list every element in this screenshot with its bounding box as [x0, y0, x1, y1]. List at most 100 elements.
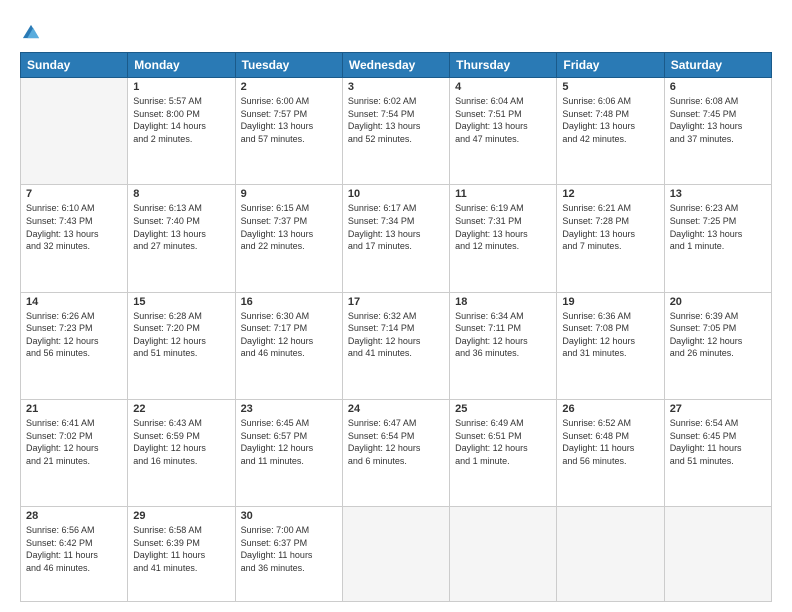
- calendar-cell: 29 Sunrise: 6:58 AMSunset: 6:39 PMDayligh…: [128, 507, 235, 602]
- day-number: 9: [241, 188, 337, 200]
- day-number: 23: [241, 403, 337, 415]
- day-number: 3: [348, 81, 444, 93]
- day-number: 29: [133, 510, 229, 522]
- day-info: Sunrise: 6:13 AMSunset: 7:40 PMDaylight:…: [133, 202, 229, 252]
- calendar-cell: 15Sunrise: 6:28 AMSunset: 7:20 PMDayligh…: [128, 292, 235, 399]
- day-number: 11: [455, 188, 551, 200]
- calendar-cell: 16 Sunrise: 6:30 AMSunset: 7:17 PMDayligh…: [235, 292, 342, 399]
- day-number: 18: [455, 296, 551, 308]
- weekday-header-wednesday: Wednesday: [342, 53, 449, 78]
- calendar-week-2: 7 Sunrise: 6:10 AMSunset: 7:43 PMDaylight…: [21, 185, 772, 292]
- day-number: 12: [562, 188, 658, 200]
- day-info: Sunrise: 6:58 AMSunset: 6:39 PMDaylight:…: [133, 524, 229, 574]
- day-number: 20: [670, 296, 766, 308]
- calendar-cell: 19 Sunrise: 6:36 AMSunset: 7:08 PMDayligh…: [557, 292, 664, 399]
- day-number: 15: [133, 296, 229, 308]
- day-info: Sunrise: 6:30 AMSunset: 7:17 PMDaylight:…: [241, 310, 337, 360]
- weekday-header-tuesday: Tuesday: [235, 53, 342, 78]
- day-info: Sunrise: 6:00 AMSunset: 7:57 PMDaylight:…: [241, 95, 337, 145]
- weekday-header-saturday: Saturday: [664, 53, 771, 78]
- calendar-cell: 26 Sunrise: 6:52 AMSunset: 6:48 PMDayligh…: [557, 399, 664, 506]
- calendar-week-3: 14 Sunrise: 6:26 AMSunset: 7:23 PMDayligh…: [21, 292, 772, 399]
- day-info: Sunrise: 6:47 AMSunset: 6:54 PMDaylight:…: [348, 417, 444, 467]
- day-info: Sunrise: 6:56 AMSunset: 6:42 PMDaylight:…: [26, 524, 122, 574]
- calendar-cell: 7 Sunrise: 6:10 AMSunset: 7:43 PMDaylight…: [21, 185, 128, 292]
- calendar-cell: 21 Sunrise: 6:41 AMSunset: 7:02 PMDayligh…: [21, 399, 128, 506]
- weekday-header-monday: Monday: [128, 53, 235, 78]
- page: SundayMondayTuesdayWednesdayThursdayFrid…: [0, 0, 792, 612]
- weekday-header-friday: Friday: [557, 53, 664, 78]
- calendar-cell: 25 Sunrise: 6:49 AMSunset: 6:51 PMDayligh…: [450, 399, 557, 506]
- calendar-cell: 24Sunrise: 6:47 AMSunset: 6:54 PMDayligh…: [342, 399, 449, 506]
- calendar-cell: 5Sunrise: 6:06 AMSunset: 7:48 PMDaylight…: [557, 78, 664, 185]
- day-number: 30: [241, 510, 337, 522]
- calendar-week-4: 21 Sunrise: 6:41 AMSunset: 7:02 PMDayligh…: [21, 399, 772, 506]
- day-info: Sunrise: 6:08 AMSunset: 7:45 PMDaylight:…: [670, 95, 766, 145]
- day-info: Sunrise: 6:23 AMSunset: 7:25 PMDaylight:…: [670, 202, 766, 252]
- calendar-cell: [21, 78, 128, 185]
- day-number: 26: [562, 403, 658, 415]
- day-number: 16: [241, 296, 337, 308]
- calendar-cell: 1 Sunrise: 5:57 AMSunset: 8:00 PMDaylight…: [128, 78, 235, 185]
- day-info: Sunrise: 6:49 AMSunset: 6:51 PMDaylight:…: [455, 417, 551, 467]
- day-info: Sunrise: 6:41 AMSunset: 7:02 PMDaylight:…: [26, 417, 122, 467]
- day-info: Sunrise: 6:26 AMSunset: 7:23 PMDaylight:…: [26, 310, 122, 360]
- calendar-cell: 14 Sunrise: 6:26 AMSunset: 7:23 PMDayligh…: [21, 292, 128, 399]
- day-info: Sunrise: 6:52 AMSunset: 6:48 PMDaylight:…: [562, 417, 658, 467]
- day-info: Sunrise: 6:32 AMSunset: 7:14 PMDaylight:…: [348, 310, 444, 360]
- calendar-cell: 10 Sunrise: 6:17 AMSunset: 7:34 PMDayligh…: [342, 185, 449, 292]
- day-number: 6: [670, 81, 766, 93]
- weekday-header-thursday: Thursday: [450, 53, 557, 78]
- calendar-cell: [450, 507, 557, 602]
- header: [20, 18, 772, 44]
- calendar-cell: 18 Sunrise: 6:34 AMSunset: 7:11 PMDayligh…: [450, 292, 557, 399]
- day-info: Sunrise: 6:54 AMSunset: 6:45 PMDaylight:…: [670, 417, 766, 467]
- calendar-week-1: 1 Sunrise: 5:57 AMSunset: 8:00 PMDaylight…: [21, 78, 772, 185]
- day-number: 2: [241, 81, 337, 93]
- calendar-cell: 23 Sunrise: 6:45 AMSunset: 6:57 PMDayligh…: [235, 399, 342, 506]
- calendar-cell: 2 Sunrise: 6:00 AMSunset: 7:57 PMDaylight…: [235, 78, 342, 185]
- day-number: 21: [26, 403, 122, 415]
- day-number: 17: [348, 296, 444, 308]
- day-info: Sunrise: 6:39 AMSunset: 7:05 PMDaylight:…: [670, 310, 766, 360]
- day-number: 19: [562, 296, 658, 308]
- day-info: Sunrise: 6:10 AMSunset: 7:43 PMDaylight:…: [26, 202, 122, 252]
- day-number: 27: [670, 403, 766, 415]
- day-number: 7: [26, 188, 122, 200]
- day-info: Sunrise: 7:00 AMSunset: 6:37 PMDaylight:…: [241, 524, 337, 574]
- day-number: 8: [133, 188, 229, 200]
- calendar-cell: 17 Sunrise: 6:32 AMSunset: 7:14 PMDayligh…: [342, 292, 449, 399]
- day-info: Sunrise: 6:19 AMSunset: 7:31 PMDaylight:…: [455, 202, 551, 252]
- calendar-cell: 20 Sunrise: 6:39 AMSunset: 7:05 PMDayligh…: [664, 292, 771, 399]
- day-number: 28: [26, 510, 122, 522]
- day-info: Sunrise: 6:17 AMSunset: 7:34 PMDaylight:…: [348, 202, 444, 252]
- day-info: Sunrise: 6:04 AMSunset: 7:51 PMDaylight:…: [455, 95, 551, 145]
- day-info: Sunrise: 6:36 AMSunset: 7:08 PMDaylight:…: [562, 310, 658, 360]
- calendar-week-5: 28 Sunrise: 6:56 AMSunset: 6:42 PMDayligh…: [21, 507, 772, 602]
- day-number: 10: [348, 188, 444, 200]
- calendar-table: SundayMondayTuesdayWednesdayThursdayFrid…: [20, 52, 772, 602]
- logo-icon: [20, 22, 42, 44]
- day-number: 14: [26, 296, 122, 308]
- day-info: Sunrise: 5:57 AMSunset: 8:00 PMDaylight:…: [133, 95, 229, 145]
- calendar-cell: 27 Sunrise: 6:54 AMSunset: 6:45 PMDayligh…: [664, 399, 771, 506]
- calendar-cell: 6 Sunrise: 6:08 AMSunset: 7:45 PMDaylight…: [664, 78, 771, 185]
- day-info: Sunrise: 6:02 AMSunset: 7:54 PMDaylight:…: [348, 95, 444, 145]
- calendar-cell: [342, 507, 449, 602]
- day-number: 1: [133, 81, 229, 93]
- weekday-header-row: SundayMondayTuesdayWednesdayThursdayFrid…: [21, 53, 772, 78]
- calendar-cell: 30 Sunrise: 7:00 AMSunset: 6:37 PMDayligh…: [235, 507, 342, 602]
- day-info: Sunrise: 6:45 AMSunset: 6:57 PMDaylight:…: [241, 417, 337, 467]
- calendar-cell: 9Sunrise: 6:15 AMSunset: 7:37 PMDaylight…: [235, 185, 342, 292]
- calendar-cell: 4 Sunrise: 6:04 AMSunset: 7:51 PMDaylight…: [450, 78, 557, 185]
- day-number: 4: [455, 81, 551, 93]
- calendar-cell: [557, 507, 664, 602]
- weekday-header-sunday: Sunday: [21, 53, 128, 78]
- calendar-cell: 11 Sunrise: 6:19 AMSunset: 7:31 PMDayligh…: [450, 185, 557, 292]
- day-number: 25: [455, 403, 551, 415]
- day-number: 13: [670, 188, 766, 200]
- day-info: Sunrise: 6:34 AMSunset: 7:11 PMDaylight:…: [455, 310, 551, 360]
- day-number: 5: [562, 81, 658, 93]
- day-info: Sunrise: 6:21 AMSunset: 7:28 PMDaylight:…: [562, 202, 658, 252]
- calendar-cell: [664, 507, 771, 602]
